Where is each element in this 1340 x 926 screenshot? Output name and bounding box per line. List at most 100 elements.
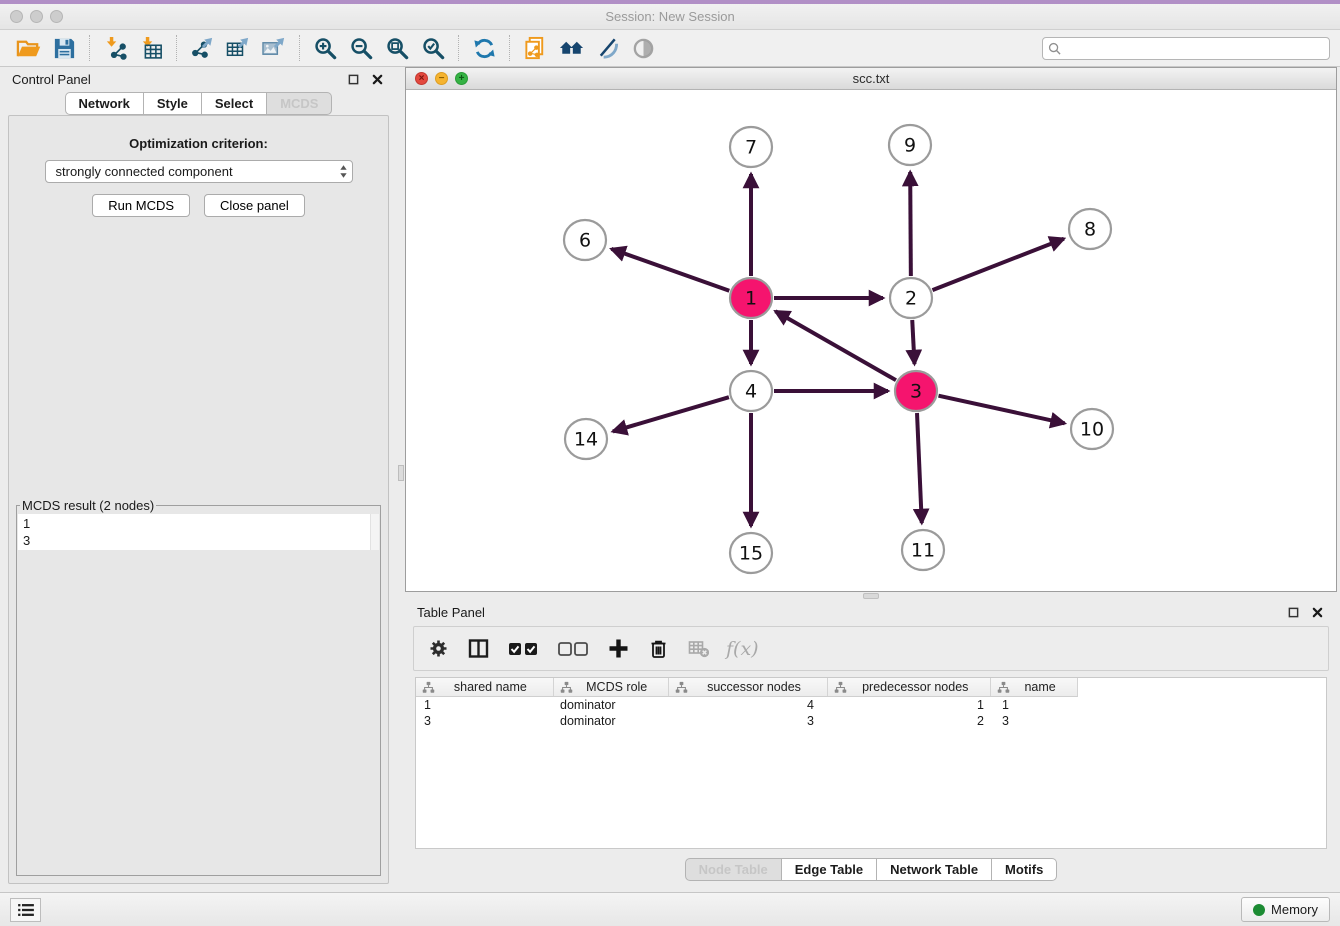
graph-node-10[interactable]: 10 [1071,409,1113,449]
float-panel-icon[interactable] [345,72,361,88]
export-network-icon [190,36,215,61]
toggle-panes-icon [468,638,489,659]
import-table-button[interactable] [133,33,169,63]
tab-style[interactable]: Style [144,92,202,115]
node-label: 6 [579,230,591,252]
network-maximize-button[interactable]: + [455,72,468,85]
open-folder-button[interactable] [10,33,46,63]
save-session-icon [52,36,77,61]
close-panel-button[interactable]: Close panel [204,194,305,217]
table-tab-motifs[interactable]: Motifs [992,858,1057,881]
graph-node-1[interactable]: 1 [730,278,772,318]
search-box[interactable] [1042,37,1330,60]
graph-node-6[interactable]: 6 [564,220,606,260]
mcds-result-list[interactable]: 13 [18,514,379,550]
close-table-panel-icon[interactable] [1309,605,1325,621]
edge-4-14[interactable] [613,397,729,431]
graph-node-7[interactable]: 7 [730,127,772,167]
column-header-label: MCDS role [576,680,668,694]
export-image-button[interactable] [256,33,292,63]
toolbar-separator [509,35,510,61]
graph-node-2[interactable]: 2 [890,278,932,318]
delete-columns-button[interactable] [646,637,670,661]
toggle-panes-button[interactable] [466,637,490,661]
column-header-successor-nodes[interactable]: successor nodes [669,678,829,696]
import-network-button[interactable] [97,33,133,63]
node-label: 2 [905,288,917,310]
window-zoom-button[interactable] [50,10,63,23]
network-canvas[interactable]: 7 9 6 8 1 2 4 3 14 10 15 11 [406,90,1336,591]
graphics-details-button[interactable] [589,33,625,63]
save-session-button[interactable] [46,33,82,63]
table-tab-network-table[interactable]: Network Table [877,858,992,881]
table-row[interactable]: 3dominator323 [416,713,1326,729]
edge-2-3[interactable] [912,320,914,364]
column-hierarchy-icon [422,681,435,694]
new-column-button[interactable] [606,637,630,661]
table-tab-edge-table[interactable]: Edge Table [782,858,877,881]
window-close-button[interactable] [10,10,23,23]
node-label: 10 [1080,419,1104,441]
memory-button[interactable]: Memory [1241,897,1330,922]
run-mcds-button[interactable]: Run MCDS [92,194,190,217]
task-history-button[interactable] [10,898,41,922]
horizontal-splitter-grip[interactable] [863,593,879,599]
zoom-out-button[interactable] [343,33,379,63]
node-label: 7 [745,137,757,159]
zoom-in-button[interactable] [307,33,343,63]
export-table-button[interactable] [220,33,256,63]
tab-mcds[interactable]: MCDS [267,92,332,115]
clone-network-button[interactable] [517,33,553,63]
mcds-result-values: 13 [23,515,374,549]
close-panel-icon[interactable] [369,72,385,88]
vertical-splitter[interactable] [397,67,405,892]
tab-network[interactable]: Network [65,92,144,115]
toolbar-separator [89,35,90,61]
graph-node-9[interactable]: 9 [889,125,931,165]
zoom-fit-button[interactable] [379,33,415,63]
network-close-button[interactable]: × [415,72,428,85]
horizontal-splitter[interactable] [405,592,1337,600]
first-neighbors-button[interactable] [553,33,589,63]
window-minimize-button[interactable] [30,10,43,23]
node-label: 3 [910,381,922,403]
edge-2-9[interactable] [910,172,911,276]
app-title: Session: New Session [0,9,1340,24]
main-area: Control Panel NetworkStyleSelectMCDS Opt… [0,67,1340,892]
column-hierarchy-icon [675,681,688,694]
network-minimize-button[interactable]: − [435,72,448,85]
edge-1-6[interactable] [611,249,729,291]
result-scrollbar[interactable] [370,514,379,550]
column-header-predecessor-nodes[interactable]: predecessor nodes [828,678,991,696]
edge-3-11[interactable] [917,413,922,523]
column-header-MCDS-role[interactable]: MCDS role [554,678,669,696]
graph-node-8[interactable]: 8 [1069,209,1111,249]
graph-node-3[interactable]: 3 [895,371,937,411]
new-column-icon [608,638,629,659]
criterion-dropdown[interactable]: strongly connected component [45,160,353,183]
graph-node-15[interactable]: 15 [730,533,772,573]
edge-2-8[interactable] [932,239,1063,290]
table-row[interactable]: 1dominator411 [416,697,1326,713]
vertical-splitter-grip[interactable] [398,465,404,481]
deselect-all-checkboxes-button[interactable] [556,637,590,661]
graph-node-11[interactable]: 11 [902,530,944,570]
table-mode-gear-button[interactable] [426,637,450,661]
export-network-button[interactable] [184,33,220,63]
edge-3-1[interactable] [775,311,896,380]
graph-node-4[interactable]: 4 [730,371,772,411]
delete-columns-icon [648,638,669,659]
column-header-name[interactable]: name [991,678,1077,696]
search-input[interactable] [1065,41,1324,55]
column-header-shared-name[interactable]: shared name [416,678,554,696]
graph-node-14[interactable]: 14 [565,419,607,459]
select-all-checkboxes-button[interactable] [506,637,540,661]
zoom-fit-icon [385,36,410,61]
table-tab-node-table[interactable]: Node Table [685,858,782,881]
zoom-selected-button[interactable] [415,33,451,63]
tab-select[interactable]: Select [202,92,267,115]
edge-3-10[interactable] [938,396,1064,424]
float-table-panel-icon[interactable] [1285,605,1301,621]
refresh-layout-button[interactable] [466,33,502,63]
toolbar-separator [176,35,177,61]
